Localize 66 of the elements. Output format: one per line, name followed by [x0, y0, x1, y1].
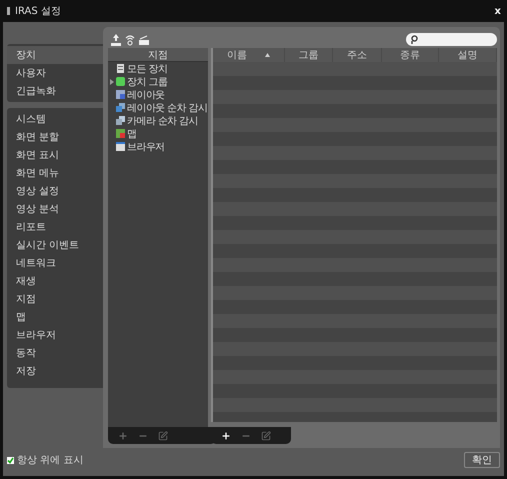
tree-item-label: 카메라 순차 감시 — [127, 114, 198, 128]
sidebar-item[interactable]: 브라우저 — [7, 326, 103, 344]
column-header[interactable]: 설명 — [439, 48, 497, 62]
plus-icon — [221, 430, 231, 440]
column-label: 종류 — [400, 49, 420, 62]
sidebar-item[interactable]: 화면 분할 — [7, 128, 103, 146]
sidebar-item[interactable]: 리포트 — [7, 218, 103, 236]
sidebar-item[interactable]: 동작 — [7, 344, 103, 362]
server-icon — [116, 64, 125, 73]
tree-item[interactable]: 장치 그룹 — [108, 75, 208, 88]
map-icon — [116, 129, 125, 138]
checkbox-label: 항상 위에 표시 — [17, 454, 84, 467]
sidebar-item[interactable]: 긴급녹화 — [7, 82, 103, 100]
browser-icon — [116, 142, 125, 151]
edit-icon — [158, 430, 168, 440]
upload-icon[interactable] — [111, 34, 121, 46]
tree-item-label: 레이아웃 순차 감시 — [127, 102, 208, 114]
sidebar-item[interactable]: 장치 — [7, 46, 103, 64]
sidebar-item[interactable]: 영상 분석 — [7, 200, 103, 218]
sidebar-item[interactable]: 실시간 이벤트 — [7, 236, 103, 254]
sidebar-item[interactable]: 사용자 — [7, 64, 103, 82]
column-label: 주소 — [346, 49, 367, 62]
wireless-icon[interactable] — [125, 34, 135, 46]
tree-item[interactable]: 모든 장치 — [108, 62, 208, 75]
search-icon — [411, 35, 419, 44]
column-header[interactable]: 그룹 — [284, 48, 334, 62]
window-title: IRAS 설정 — [15, 5, 62, 18]
cube-icon — [116, 77, 125, 86]
tree-item-label: 브라우저 — [127, 140, 165, 154]
sidebar-item[interactable]: 네트워크 — [7, 254, 103, 272]
close-button[interactable]: x — [494, 6, 501, 16]
column-header[interactable]: 주소 — [333, 48, 382, 62]
ok-button[interactable]: 확인 — [464, 452, 500, 468]
sidebar-item[interactable]: 맵 — [7, 308, 103, 326]
tree-item[interactable]: 카메라 순차 감시 — [108, 114, 208, 127]
edit-icon — [261, 430, 271, 440]
tree-item[interactable]: 맵 — [108, 127, 208, 140]
sidebar-item[interactable]: 화면 메뉴 — [7, 164, 103, 182]
tree-item[interactable]: 레이아웃 순차 감시 — [108, 101, 208, 114]
search-field[interactable] — [406, 33, 497, 46]
column-header[interactable]: 이름 — [213, 48, 285, 62]
sidebar-item[interactable]: 지점 — [7, 290, 103, 308]
column-label: 설명 — [458, 49, 478, 62]
tree-item-label: 레이아웃 — [127, 88, 165, 102]
tree-item[interactable]: 레이아웃 — [108, 88, 208, 101]
device-icon[interactable] — [139, 34, 149, 46]
app-icon — [6, 7, 11, 15]
sidebar-item[interactable]: 화면 표시 — [7, 146, 103, 164]
plus-icon — [118, 430, 128, 440]
add-button[interactable] — [221, 430, 231, 440]
expand-arrow-icon[interactable] — [110, 78, 114, 84]
tree-item[interactable]: 브라우저 — [108, 140, 208, 153]
tree-item-label: 장치 그룹 — [127, 76, 168, 88]
checkmark-icon — [7, 456, 14, 464]
column-label: 그룹 — [298, 49, 319, 62]
checkbox[interactable] — [7, 456, 14, 464]
tree-item-label: 모든 장치 — [127, 62, 168, 76]
column-label: 이름 — [226, 49, 247, 62]
sidebar-item[interactable]: 시스템 — [7, 110, 103, 128]
sidebar-item[interactable]: 저장 — [7, 362, 103, 380]
sidebar-item[interactable]: 영상 설정 — [7, 182, 103, 200]
column-header[interactable]: 지점 — [108, 48, 208, 62]
column-header[interactable]: 종류 — [382, 48, 440, 62]
tree-item-label: 맵 — [127, 128, 136, 140]
layout-icon — [116, 90, 125, 99]
sidebar-item[interactable]: 재생 — [7, 272, 103, 290]
